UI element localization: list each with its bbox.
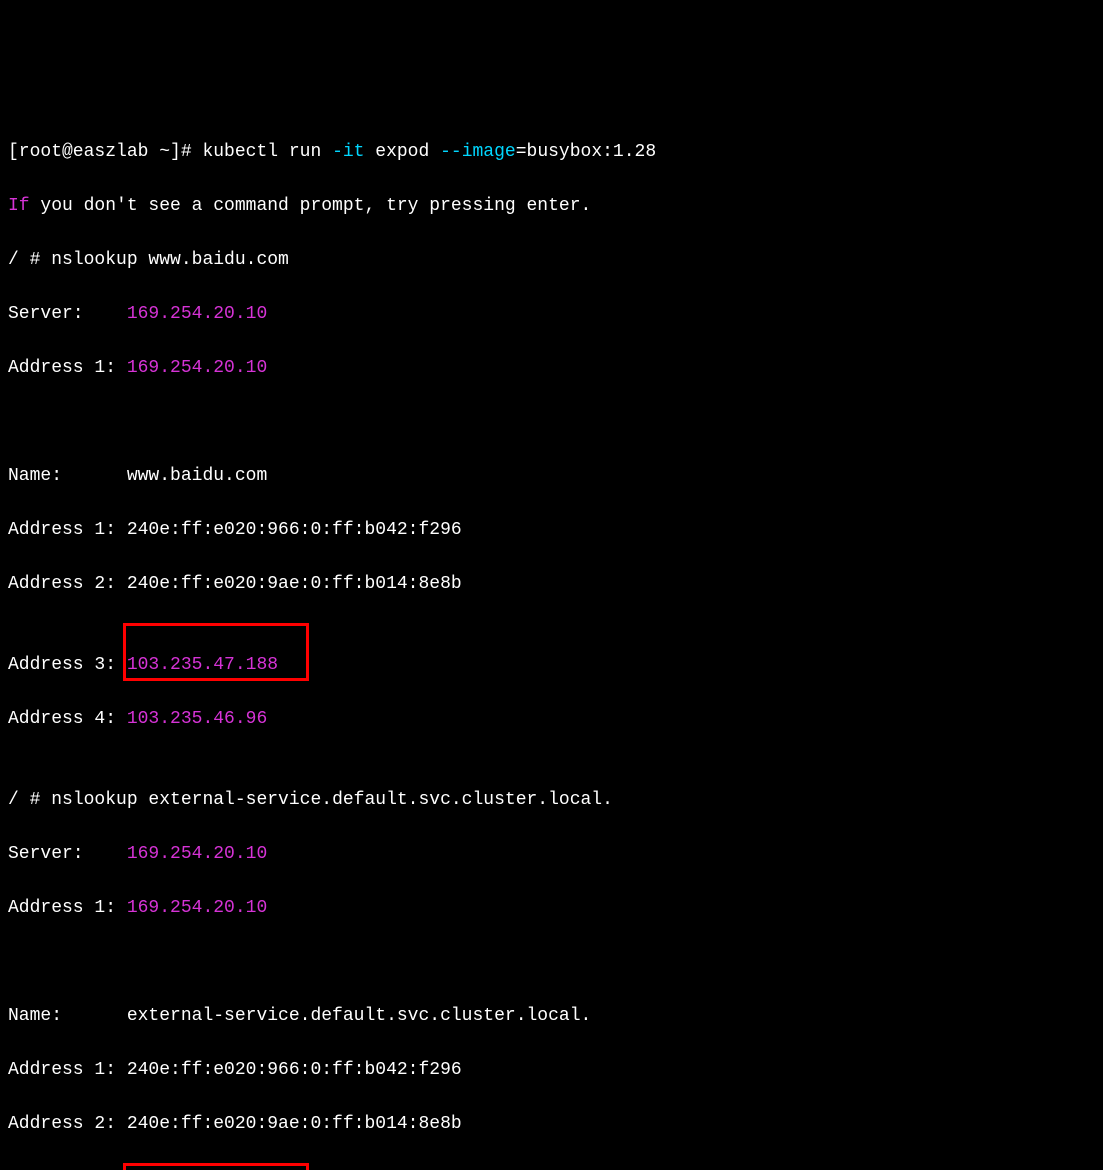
address-value: 240e:ff:e020:9ae:0:ff:b014:8e8b xyxy=(127,574,462,594)
nslookup-cmd: nslookup external-service.default.svc.cl… xyxy=(51,790,613,810)
address-label: Address 1: xyxy=(8,1060,127,1080)
hint-if: If xyxy=(8,196,30,216)
server-ip: 169.254.20.10 xyxy=(127,844,267,864)
command-line-1: [root@easzlab ~]# kubectl run -it expod … xyxy=(8,139,1095,166)
server-label: Server: xyxy=(8,844,127,864)
address-label: Address 2: xyxy=(8,1114,127,1134)
result2-address-1: Address 1: 240e:ff:e020:966:0:ff:b042:f2… xyxy=(8,1057,1095,1084)
hint-line: If you don't see a command prompt, try p… xyxy=(8,193,1095,220)
address-value: 103.235.47.188 xyxy=(127,655,278,675)
address-value: 103.235.46.96 xyxy=(127,709,267,729)
result-address-3: Address 3: 103.235.47.188 xyxy=(8,652,278,679)
pod-prompt: / # xyxy=(8,790,51,810)
server-ip: 169.254.20.10 xyxy=(127,304,267,324)
nslookup-cmd: nslookup www.baidu.com xyxy=(51,250,289,270)
address-label: Address 1: xyxy=(8,898,127,918)
name-line: Name: www.baidu.com xyxy=(8,463,1095,490)
cmd-text: kubectl run xyxy=(202,142,332,162)
address-label: Address 4: xyxy=(8,709,127,729)
command-line-3: / # nslookup external-service.default.sv… xyxy=(8,787,1095,814)
highlighted-addresses-1: Address 3: 103.235.47.188 Address 4: 103… xyxy=(8,625,278,787)
name-label: Name: xyxy=(8,1006,127,1026)
name-label: Name: xyxy=(8,466,127,486)
address-label: Address 3: xyxy=(8,655,127,675)
result2-address-2: Address 2: 240e:ff:e020:9ae:0:ff:b014:8e… xyxy=(8,1111,1095,1138)
server-line: Server: 169.254.20.10 xyxy=(8,301,1095,328)
shell-prompt: [root@easzlab ~]# xyxy=(8,142,202,162)
terminal-output[interactable]: [root@easzlab ~]# kubectl run -it expod … xyxy=(8,112,1095,1170)
address-label: Address 1: xyxy=(8,520,127,540)
name-value: www.baidu.com xyxy=(127,466,267,486)
command-line-2: / # nslookup www.baidu.com xyxy=(8,247,1095,274)
result-address-4: Address 4: 103.235.46.96 xyxy=(8,706,278,733)
name-line-2: Name: external-service.default.svc.clust… xyxy=(8,1003,1095,1030)
blank-line xyxy=(8,409,1095,436)
address-label: Address 2: xyxy=(8,574,127,594)
address-line-2: Address 1: 169.254.20.10 xyxy=(8,895,1095,922)
highlight-box-2 xyxy=(123,1163,309,1170)
address-value: 240e:ff:e020:966:0:ff:b042:f296 xyxy=(127,1060,462,1080)
hint-text: you don't see a command prompt, try pres… xyxy=(30,196,592,216)
cmd-flag: -it xyxy=(332,142,364,162)
address-ip: 169.254.20.10 xyxy=(127,898,267,918)
cmd-text: =busybox:1.28 xyxy=(516,142,656,162)
server-line-2: Server: 169.254.20.10 xyxy=(8,841,1095,868)
address-value: 240e:ff:e020:966:0:ff:b042:f296 xyxy=(127,520,462,540)
address-line: Address 1: 169.254.20.10 xyxy=(8,355,1095,382)
address-ip: 169.254.20.10 xyxy=(127,358,267,378)
result-address-1: Address 1: 240e:ff:e020:966:0:ff:b042:f2… xyxy=(8,517,1095,544)
highlighted-addresses-2: Address 3: 103.235.47.188 Address 4: 103… xyxy=(8,1165,278,1170)
cmd-flag: --image xyxy=(440,142,516,162)
pod-prompt: / # xyxy=(8,250,51,270)
server-label: Server: xyxy=(8,304,127,324)
address-value: 240e:ff:e020:9ae:0:ff:b014:8e8b xyxy=(127,1114,462,1134)
cmd-text: expod xyxy=(364,142,440,162)
address-label: Address 1: xyxy=(8,358,127,378)
name-value: external-service.default.svc.cluster.loc… xyxy=(127,1006,591,1026)
blank-line xyxy=(8,949,1095,976)
